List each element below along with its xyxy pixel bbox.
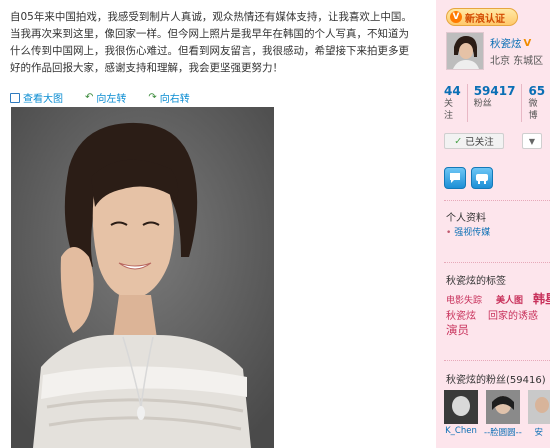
user-stats: 44 关注 59417 粉丝 65 微博 [444,84,550,122]
bullet-icon: • [446,228,452,238]
verified-v-mark: V [523,38,532,49]
user-name-link[interactable]: 秋瓷炫 V [490,36,531,51]
verified-badge[interactable]: V 新浪认证 [446,8,518,26]
rotate-right-label: 向右转 [159,94,190,105]
fans-list: K_Chen --脸圆圆-- 安 [444,390,550,438]
verified-v-icon: V [450,11,462,23]
fan-avatar-image [485,390,520,424]
profile-company-label: 强视传媒 [454,228,491,238]
fan-avatar [527,390,550,424]
view-large-button[interactable]: 查看大图 [10,90,63,105]
tags-section-title: 秋瓷炫的标签 [446,276,506,287]
followed-label: 已关注 [465,137,494,148]
fan-avatar [444,390,478,424]
stat-fans-label: 粉丝 [473,99,492,109]
post-photo[interactable] [11,107,274,448]
view-large-label: 查看大图 [23,94,63,105]
divider [444,360,550,362]
fan-name: --脸圆圆-- [484,428,522,438]
tag-item[interactable]: 演员 [446,322,469,338]
rotate-left-button[interactable]: ↶ 向左转 [85,90,126,105]
tag-item[interactable]: 美人图 [496,293,523,306]
stat-following-label: 关注 [444,99,454,121]
stat-following-num: 44 [444,84,461,98]
divider [444,262,550,264]
tag-item[interactable]: 电影失踪 [446,293,482,306]
fan-item[interactable]: 安 [527,390,550,438]
tag-item[interactable]: 韩星 [533,290,550,307]
rotate-left-label: 向左转 [96,94,127,105]
magnifier-icon [10,92,20,103]
stat-posts-num: 65 [528,84,546,98]
chat-icon [476,174,488,184]
profile-company-link[interactable]: • 强视传媒 [446,225,490,238]
fan-name: K_Chen [445,426,477,436]
more-menu-button[interactable]: ▼ [522,133,542,149]
fan-item[interactable]: K_Chen [444,390,478,438]
stat-fans[interactable]: 59417 粉丝 [474,84,523,122]
stat-posts-label: 微博 [528,99,538,121]
message-button[interactable] [444,167,466,189]
avatar-image [447,33,483,69]
chevron-down-icon: ▼ [528,136,536,146]
check-icon: ✓ [454,135,463,147]
main-content: 自05年来中国拍戏，我感受到制片人真诚，观众热情还有媒体支持，让我喜欢上中国。当… [0,0,436,448]
user-location: 北京 东城区 [490,56,544,67]
sidebar: V 新浪认证 秋瓷炫 V 北京 东城区 44 关注 59417 粉丝 65 微博… [436,0,550,448]
message-icon [450,173,460,183]
fan-avatar-image [527,390,550,424]
stat-following[interactable]: 44 关注 [444,84,468,122]
portrait-photo [11,107,274,448]
tag-item[interactable]: 秋瓷炫 [446,307,476,322]
followed-button[interactable]: ✓ 已关注 [444,133,504,149]
user-name: 秋瓷炫 [490,38,522,50]
fan-item[interactable]: --脸圆圆-- [484,390,522,438]
fans-section-title: 秋瓷炫的粉丝(59416) [446,375,546,386]
post-text: 自05年来中国拍戏，我感受到制片人真诚，观众热情还有媒体支持，让我喜欢上中国。当… [10,11,412,74]
fan-name: 安 [534,428,544,438]
avatar[interactable] [446,32,484,70]
rotate-left-icon: ↶ [85,92,94,103]
divider [444,200,550,202]
rotate-right-button[interactable]: ↷ 向右转 [148,90,189,105]
tag-item[interactable]: 回家的诱惑 [488,307,538,322]
stat-fans-num: 59417 [473,84,516,98]
verified-badge-label: 新浪认证 [465,13,505,25]
image-actions: 查看大图 ↶ 向左转 ↷ 向右转 [10,90,190,105]
stat-posts[interactable]: 65 微博 [528,84,550,122]
rotate-right-icon: ↷ [148,92,157,103]
fan-avatar [485,390,520,424]
chat-button[interactable] [471,167,493,189]
profile-section-title: 个人资料 [446,213,486,224]
fan-avatar-image [444,390,478,424]
